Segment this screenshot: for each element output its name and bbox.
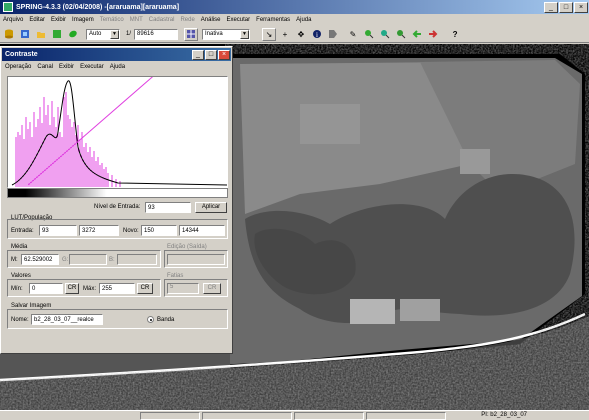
statusbar: PI: b2_28_03_07 [0, 410, 589, 420]
menu-analise[interactable]: Análise [201, 17, 221, 23]
media-g-label: G: [62, 257, 69, 263]
main-toolbar: Auto ▼ 1/ 89616 Inativa ▼ ↘ + ✥ i ✎ ? [0, 26, 589, 43]
media-b-label: B: [109, 257, 115, 263]
banda-label: Banda [157, 317, 175, 323]
lut-gradient-bar [7, 188, 228, 198]
open-icon[interactable] [34, 28, 48, 41]
menu-rede[interactable]: Rede [180, 17, 194, 23]
layers-icon[interactable] [18, 28, 32, 41]
entrada-label: Entrada: [11, 228, 34, 234]
forward-icon[interactable] [426, 28, 440, 41]
leaf-icon[interactable] [66, 28, 80, 41]
tree-icon[interactable] [50, 28, 64, 41]
app-title: SPRING-4.3.3 (02/04/2008) -[araruama][ar… [16, 3, 180, 11]
max-input[interactable]: 255 [99, 283, 135, 294]
media-r-field: 62.529002 [21, 254, 59, 265]
state-select[interactable]: Inativa ▼ [202, 28, 251, 40]
zoom-area-icon[interactable] [378, 28, 392, 41]
dialog-menu-ajuda[interactable]: Ajuda [110, 64, 125, 70]
status-segment-3 [294, 412, 364, 420]
min-cr-button[interactable]: CR [65, 283, 79, 294]
info-icon[interactable]: i [310, 28, 324, 41]
nome-input[interactable]: b2_28_03_07__realce [31, 314, 103, 325]
scale-input[interactable]: 89616 [134, 28, 179, 40]
dialog-minimize-button[interactable]: _ [192, 49, 204, 60]
menu-mnt[interactable]: MNT [130, 17, 143, 23]
fatias-cr-button[interactable]: CR [203, 283, 221, 294]
svg-text:i: i [316, 31, 318, 39]
dialog-menu-operacao[interactable]: Operação [5, 64, 31, 70]
dialog-menubar: Operação Canal Exibir Executar Ajuda [5, 64, 131, 70]
maximize-button[interactable]: □ [559, 1, 573, 13]
fatias-field: 5 [167, 283, 199, 294]
pan-icon[interactable]: ✥ [294, 28, 308, 41]
cursor-icon[interactable]: ↘ [262, 27, 277, 41]
dialog-close-button[interactable]: × [218, 49, 230, 60]
zoom-out-icon[interactable] [394, 28, 408, 41]
status-segment-1 [140, 412, 200, 420]
menu-cadastral[interactable]: Cadastral [149, 17, 175, 23]
histogram-plot[interactable] [7, 76, 228, 188]
menu-executar[interactable]: Executar [226, 17, 250, 23]
min-label: Mín: [11, 286, 23, 292]
novo-population-field: 14344 [179, 225, 225, 236]
scale-mode-value: Auto [89, 31, 102, 37]
entrada-population-field: 3272 [79, 225, 119, 236]
max-cr-button[interactable]: CR [137, 283, 153, 294]
nivel-label: Nível de Entrada: [94, 204, 141, 210]
grid-icon[interactable] [184, 27, 199, 41]
close-button[interactable]: × [574, 1, 588, 13]
dialog-menu-executar[interactable]: Executar [80, 64, 104, 70]
media-g-field [69, 254, 107, 265]
zoom-in-icon[interactable] [362, 28, 376, 41]
contrast-dialog: Contraste _ □ × Operação Canal Exibir Ex… [0, 46, 233, 354]
menubar: Arquivo Editar Exibir Imagem Temático MN… [0, 14, 589, 25]
scale-prefix: 1/ [126, 31, 132, 37]
min-input[interactable]: 0 [29, 283, 63, 294]
scale-mode-select[interactable]: Auto ▼ [86, 28, 120, 40]
nome-label: Nome: [11, 317, 29, 323]
back-icon[interactable] [410, 28, 424, 41]
menu-ajuda[interactable]: Ajuda [296, 17, 311, 23]
status-segment-4 [366, 412, 446, 420]
novo-input[interactable]: 150 [141, 225, 177, 236]
app-titlebar: SPRING-4.3.3 (02/04/2008) -[araruama][ar… [0, 0, 589, 14]
menu-arquivo[interactable]: Arquivo [3, 17, 23, 23]
banda-radio[interactable] [147, 316, 154, 323]
crosshair-icon[interactable]: + [278, 28, 292, 41]
media-r-label: M: [11, 257, 18, 263]
dialog-maximize-button[interactable]: □ [205, 49, 217, 60]
nivel-input[interactable]: 93 [145, 202, 191, 213]
status-segment-2 [202, 412, 292, 420]
entrada-input[interactable]: 93 [39, 225, 77, 236]
menu-ferramentas[interactable]: Ferramentas [256, 17, 290, 23]
edicao-field [167, 254, 225, 265]
tag-icon[interactable] [326, 28, 340, 41]
menu-exibir[interactable]: Exibir [51, 17, 66, 23]
dialog-titlebar: Contraste _ □ × [2, 48, 231, 61]
status-plan-info: PI: b2_28_03_07 [481, 412, 527, 418]
dialog-menu-canal[interactable]: Canal [37, 64, 53, 70]
chevron-down-icon: ▼ [110, 29, 119, 39]
novo-label: Novo: [123, 228, 139, 234]
max-label: Máx: [83, 286, 97, 292]
media-b-field [117, 254, 157, 265]
dialog-menu-exibir[interactable]: Exibir [59, 64, 74, 70]
dialog-title: Contraste [5, 51, 38, 58]
menu-editar[interactable]: Editar [29, 17, 45, 23]
state-value: Inativa [205, 31, 223, 37]
menu-imagem[interactable]: Imagem [72, 17, 94, 23]
aplicar-button[interactable]: Aplicar [195, 202, 227, 213]
menu-tematico[interactable]: Temático [100, 17, 124, 23]
chevron-down-icon: ▼ [240, 29, 250, 39]
minimize-button[interactable]: _ [544, 1, 558, 13]
app-icon [3, 2, 13, 12]
edit-pen-icon[interactable]: ✎ [346, 28, 360, 41]
database-icon[interactable] [2, 28, 16, 41]
histogram-graphic [11, 77, 227, 187]
help-icon[interactable]: ? [448, 28, 462, 41]
